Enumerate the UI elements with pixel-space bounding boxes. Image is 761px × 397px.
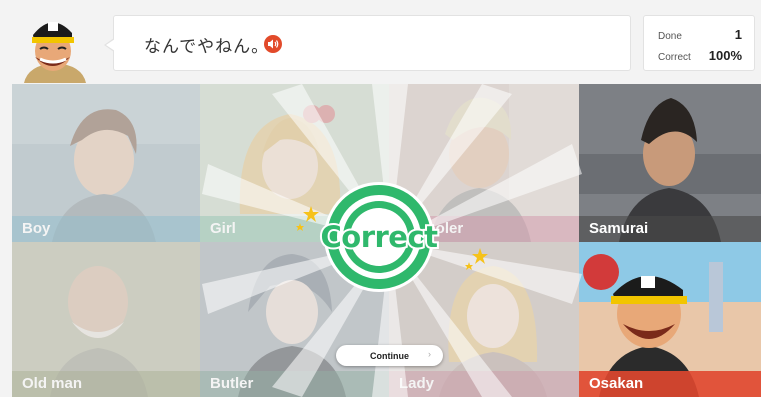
card-boy[interactable]: Boy xyxy=(12,84,200,242)
done-label: Done xyxy=(658,31,682,42)
correct-row: Correct 100% xyxy=(658,48,742,63)
done-row: Done 1 xyxy=(658,27,742,42)
done-value: 1 xyxy=(734,27,742,42)
continue-button[interactable]: Continue › xyxy=(336,345,443,366)
correct-badge: Correct xyxy=(318,176,440,298)
card-label: Lady xyxy=(399,375,435,392)
star-icon xyxy=(465,248,488,270)
card-samurai[interactable]: Samurai xyxy=(579,84,761,242)
card-label: Old man xyxy=(22,375,83,392)
stats-panel: Done 1 Correct 100% xyxy=(643,15,755,71)
card-label: Samurai xyxy=(589,220,649,237)
card-old-man[interactable]: Old man xyxy=(12,242,200,397)
phrase-bubble: なんでやねん。 xyxy=(104,15,631,71)
card-label: Osakan xyxy=(589,375,644,392)
chevron-right-icon: › xyxy=(428,349,431,359)
speaker-icon[interactable] xyxy=(264,35,282,53)
correct-text: Correct xyxy=(318,218,440,256)
osakan-avatar xyxy=(20,13,90,83)
card-osakan[interactable]: Osakan xyxy=(579,242,761,397)
top-bar: なんでやねん。 Done 1 Correct 100% xyxy=(0,0,761,84)
card-label: Boy xyxy=(22,220,51,237)
phrase-text: なんでやねん。 xyxy=(144,37,270,57)
continue-label: Continue xyxy=(370,350,409,361)
correct-label: Correct xyxy=(658,52,691,63)
correct-value: 100% xyxy=(708,48,742,63)
star-icon xyxy=(296,206,319,231)
card-label: Butler xyxy=(210,375,254,392)
